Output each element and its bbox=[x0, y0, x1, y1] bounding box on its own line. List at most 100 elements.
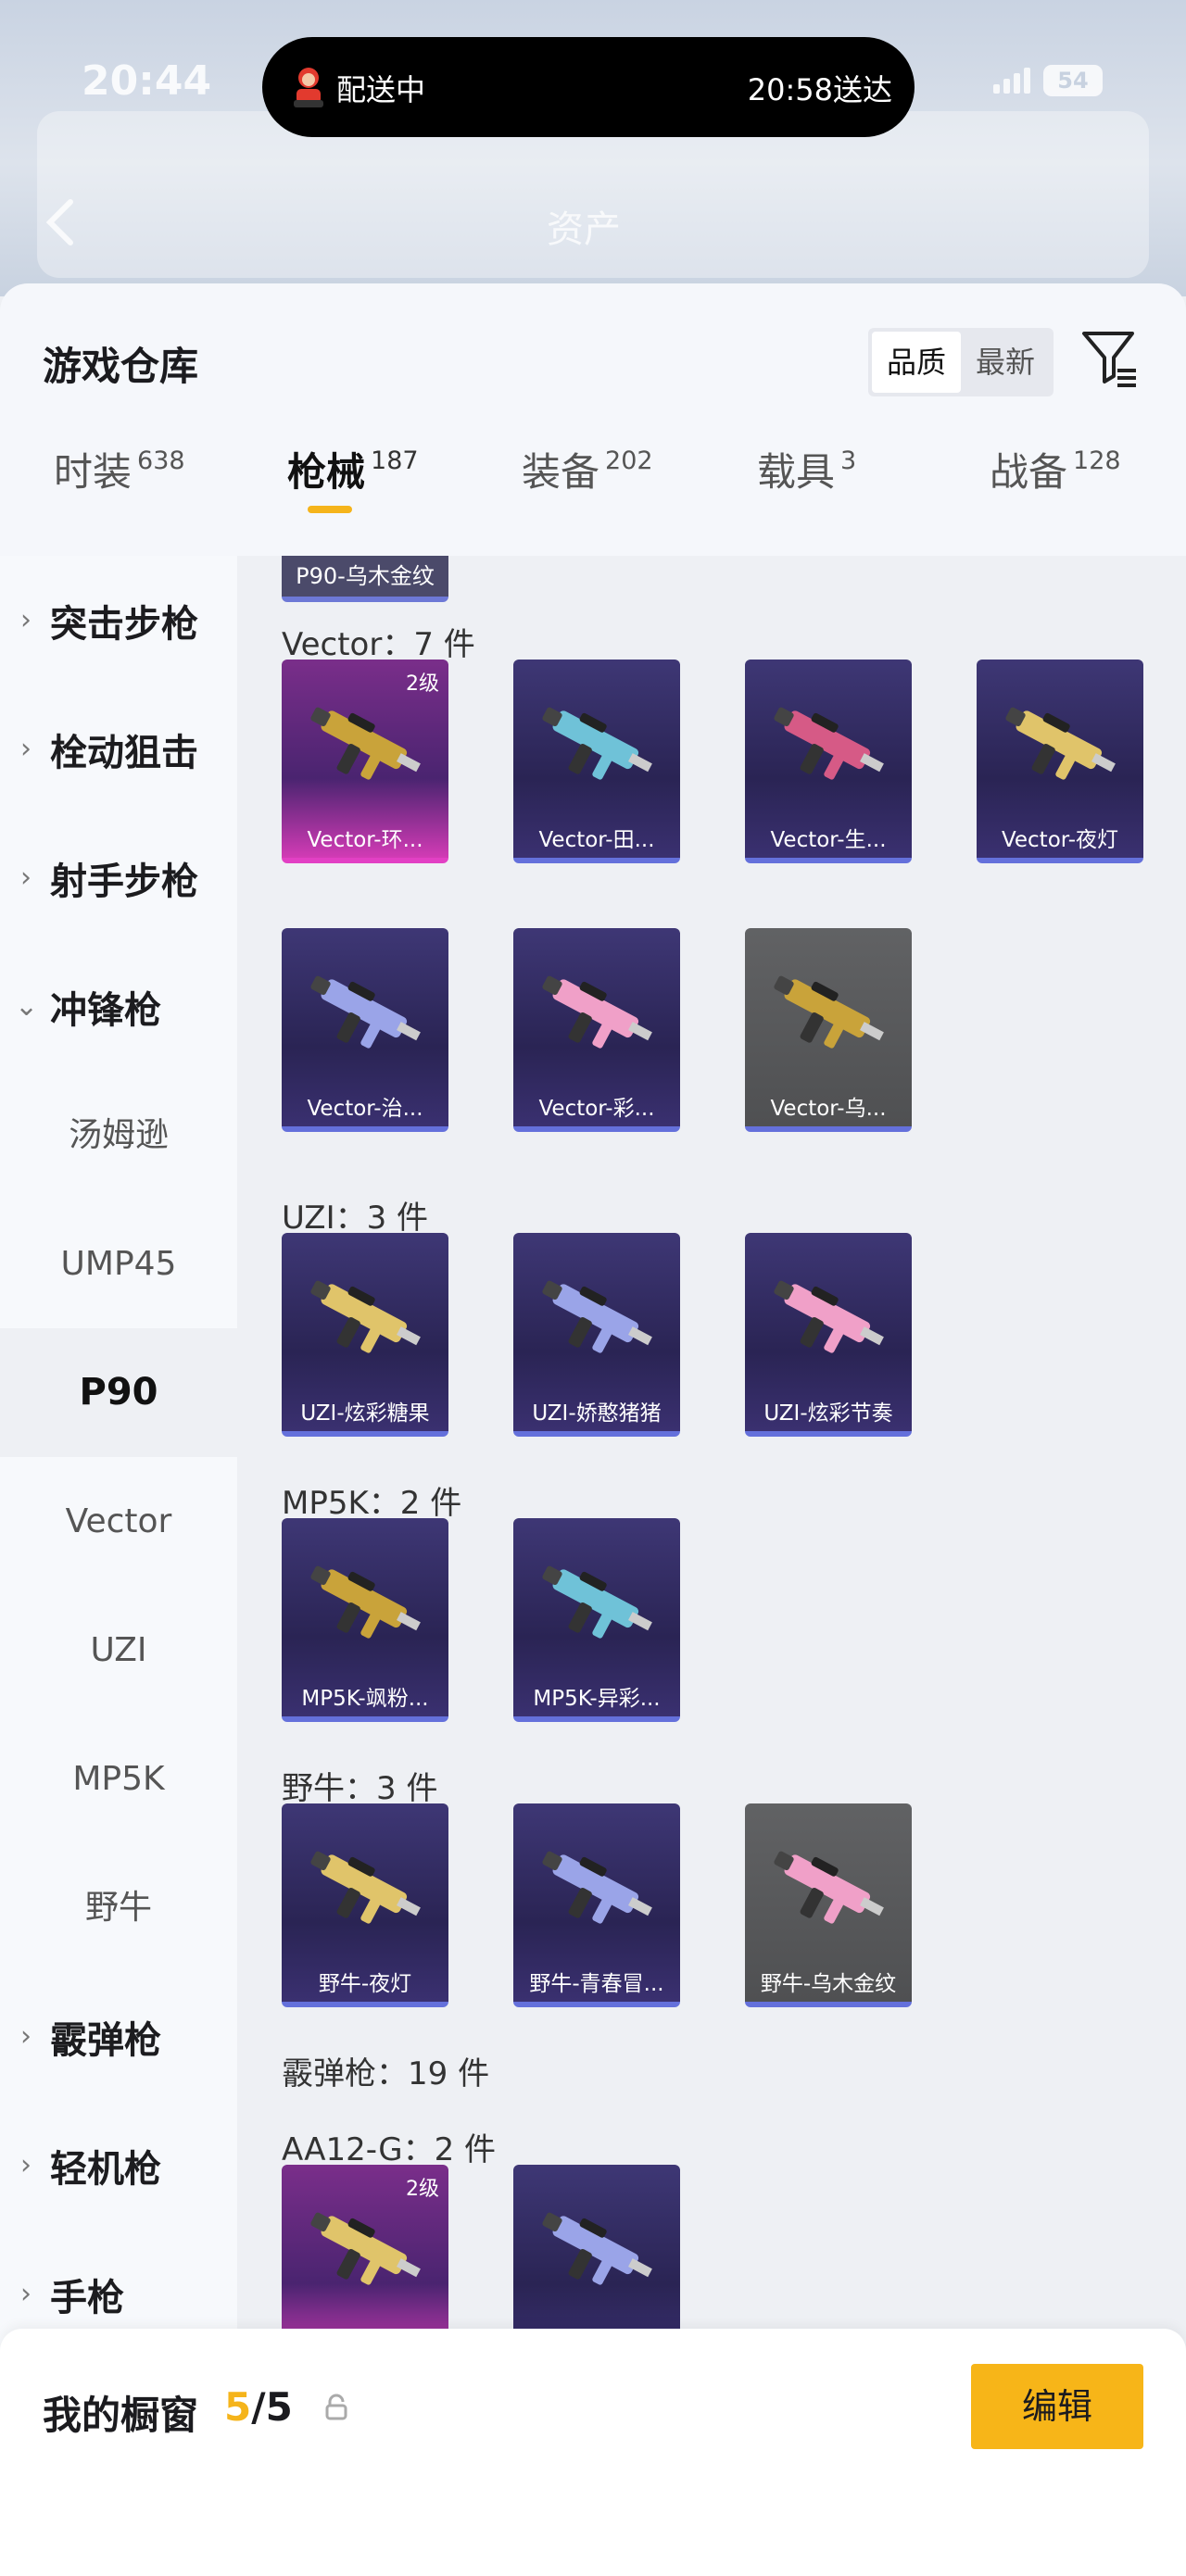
section-title: Vector：7 件 bbox=[282, 626, 475, 663]
skin-name: MP5K-飒粉... bbox=[301, 1687, 429, 1711]
sidebar-item-lmg[interactable]: › 轻机枪 bbox=[0, 2101, 237, 2230]
skin-card[interactable]: Vector-治... bbox=[282, 928, 448, 1132]
sidebar-sub-mp5k[interactable]: MP5K bbox=[0, 1715, 237, 1843]
skin-card[interactable]: MP5K-飒粉... bbox=[282, 1518, 448, 1722]
weapon-skin-icon bbox=[774, 707, 884, 780]
back-arrow-icon[interactable] bbox=[41, 195, 78, 250]
chevron-right-icon: › bbox=[20, 604, 32, 636]
skin-card[interactable]: Vector-彩... bbox=[513, 928, 680, 1132]
chevron-right-icon: › bbox=[20, 2278, 32, 2310]
skin-card[interactable]: MP5K-异彩... bbox=[513, 1518, 680, 1722]
weapon-skin-icon bbox=[310, 1851, 421, 1924]
weapon-skin-icon bbox=[542, 707, 652, 780]
weapon-skin-icon bbox=[310, 2212, 421, 2285]
weapon-type-sidebar: › 突击步枪 › 栓动狙击 › 射手步枪 ⌄ 冲锋枪 汤姆逊 UMP45 P90 Vec… bbox=[0, 556, 237, 2576]
active-tab-indicator bbox=[308, 506, 352, 513]
weapon-skin-icon bbox=[542, 1565, 652, 1639]
skin-name: Vector-生... bbox=[770, 828, 887, 852]
section-title: 野牛：3 件 bbox=[282, 1770, 438, 1807]
tab-fashion[interactable]: 时装 638 bbox=[54, 441, 185, 497]
sidebar-item-bolt-sniper[interactable]: › 栓动狙击 bbox=[0, 685, 237, 813]
section-title: AA12-G：2 件 bbox=[282, 2131, 497, 2168]
weapon-skin-icon bbox=[542, 2212, 652, 2285]
skin-card[interactable]: UZI-娇憨猪猪 bbox=[513, 1233, 680, 1437]
skin-name: 野牛-青春冒... bbox=[529, 1972, 664, 1996]
weapon-skin-icon bbox=[310, 707, 421, 780]
sidebar-item-marksman-rifle[interactable]: › 射手步枪 bbox=[0, 813, 237, 942]
sort-toggle: 品质 最新 bbox=[868, 328, 1054, 396]
skin-card[interactable]: 野牛-夜灯 bbox=[282, 1803, 448, 2007]
delivery-status: 配送中 bbox=[336, 72, 426, 107]
tab-supplies[interactable]: 战备 128 bbox=[990, 441, 1121, 497]
skin-card[interactable]: Vector-田... bbox=[513, 660, 680, 863]
sidebar-sub-ump45[interactable]: UMP45 bbox=[0, 1200, 237, 1328]
warehouse-panel: 游戏仓库 品质 最新 时装 638 枪械 187 装备 202 载具 3 战备 128 ›… bbox=[0, 283, 1186, 2576]
weapon-skin-icon bbox=[542, 1280, 652, 1353]
panel-title: 游戏仓库 bbox=[43, 344, 199, 389]
sidebar-sub-p90[interactable]: P90 bbox=[0, 1328, 237, 1457]
lock-icon bbox=[325, 2394, 347, 2420]
skin-name: Vector-治... bbox=[307, 1097, 423, 1121]
sort-newest-button[interactable]: 最新 bbox=[961, 332, 1050, 393]
showcase-bar: 我的橱窗 5/5 编辑 bbox=[0, 2329, 1186, 2576]
sort-quality-button[interactable]: 品质 bbox=[872, 332, 962, 393]
skin-card[interactable]: Vector-生... bbox=[745, 660, 912, 863]
skin-card[interactable]: 野牛-乌木金纹 bbox=[745, 1803, 912, 2007]
chevron-right-icon: › bbox=[20, 861, 32, 894]
weapon-skin-icon bbox=[310, 1280, 421, 1353]
partial-item-card[interactable]: P90-乌木金纹 bbox=[282, 556, 448, 602]
edit-button[interactable]: 编辑 bbox=[971, 2364, 1143, 2449]
category-tabs: 时装 638 枪械 187 装备 202 载具 3 战备 128 bbox=[0, 441, 1186, 543]
sidebar-item-smg[interactable]: ⌄ 冲锋枪 bbox=[0, 942, 237, 1071]
level-badge: 2级 bbox=[406, 2178, 439, 2201]
skin-card[interactable]: 野牛-青春冒... bbox=[513, 1803, 680, 2007]
battery-icon: 54 bbox=[1043, 65, 1103, 96]
skin-name: UZI-娇憨猪猪 bbox=[532, 1401, 662, 1426]
skin-card[interactable]: UZI-炫彩糖果 bbox=[282, 1233, 448, 1437]
sidebar-sub-tommy[interactable]: 汤姆逊 bbox=[0, 1071, 237, 1200]
sidebar-sub-bizon[interactable]: 野牛 bbox=[0, 1843, 237, 1972]
sidebar-sub-vector[interactable]: Vector bbox=[0, 1457, 237, 1586]
skin-card[interactable]: UZI-炫彩节奏 bbox=[745, 1233, 912, 1437]
section-title: 霰弹枪：19 件 bbox=[282, 2055, 490, 2092]
skin-name: UZI-炫彩节奏 bbox=[763, 1401, 893, 1426]
weapon-skin-list: P90-乌木金纹 Vector：7 件 2级 Vector-环... Vector-田… bbox=[237, 556, 1186, 2576]
skin-name: Vector-田... bbox=[538, 828, 655, 852]
tab-firearms[interactable]: 枪械 187 bbox=[287, 441, 419, 497]
chevron-down-icon: ⌄ bbox=[15, 990, 39, 1023]
delivery-island[interactable]: 配送中 20:58送达 bbox=[262, 37, 915, 137]
weapon-skin-icon bbox=[774, 1280, 884, 1353]
delivery-eta: 20:58送达 bbox=[747, 72, 892, 107]
tab-equipment[interactable]: 装备 202 bbox=[522, 441, 653, 497]
delivery-avatar-icon bbox=[294, 68, 323, 107]
weapon-skin-icon bbox=[542, 1851, 652, 1924]
skin-card[interactable]: Vector-乌... bbox=[745, 928, 912, 1132]
skin-name: Vector-环... bbox=[307, 828, 423, 852]
tab-vehicles[interactable]: 载具 3 bbox=[757, 441, 856, 497]
level-badge: 2级 bbox=[406, 672, 439, 696]
background-title: 资产 bbox=[547, 208, 621, 251]
status-time: 20:44 bbox=[82, 57, 212, 105]
sidebar-sub-uzi[interactable]: UZI bbox=[0, 1586, 237, 1715]
skin-name: UZI-炫彩糖果 bbox=[300, 1401, 430, 1426]
weapon-skin-icon bbox=[310, 1565, 421, 1639]
weapon-skin-icon bbox=[774, 1851, 884, 1924]
skin-name: Vector-彩... bbox=[538, 1097, 655, 1121]
sidebar-item-assault-rifle[interactable]: › 突击步枪 bbox=[0, 556, 237, 685]
chevron-right-icon: › bbox=[20, 733, 32, 765]
status-icons: 54 bbox=[993, 65, 1103, 96]
filter-icon[interactable] bbox=[1080, 328, 1140, 389]
section-title: MP5K：2 件 bbox=[282, 1485, 462, 1522]
chevron-right-icon: › bbox=[20, 2149, 32, 2181]
weapon-skin-icon bbox=[774, 975, 884, 1049]
skin-name: 野牛-夜灯 bbox=[318, 1972, 412, 1996]
weapon-skin-icon bbox=[310, 975, 421, 1049]
skin-name: 野牛-乌木金纹 bbox=[760, 1972, 897, 1996]
skin-name: Vector-乌... bbox=[770, 1097, 887, 1121]
skin-card[interactable]: 2级 Vector-环... bbox=[282, 660, 448, 863]
skin-name: Vector-夜灯 bbox=[1001, 828, 1119, 852]
signal-icon bbox=[993, 68, 1030, 94]
sidebar-item-shotgun[interactable]: › 霰弹枪 bbox=[0, 1972, 237, 2101]
skin-card[interactable]: Vector-夜灯 bbox=[977, 660, 1143, 863]
showcase-label: 我的橱窗 bbox=[43, 2393, 199, 2438]
